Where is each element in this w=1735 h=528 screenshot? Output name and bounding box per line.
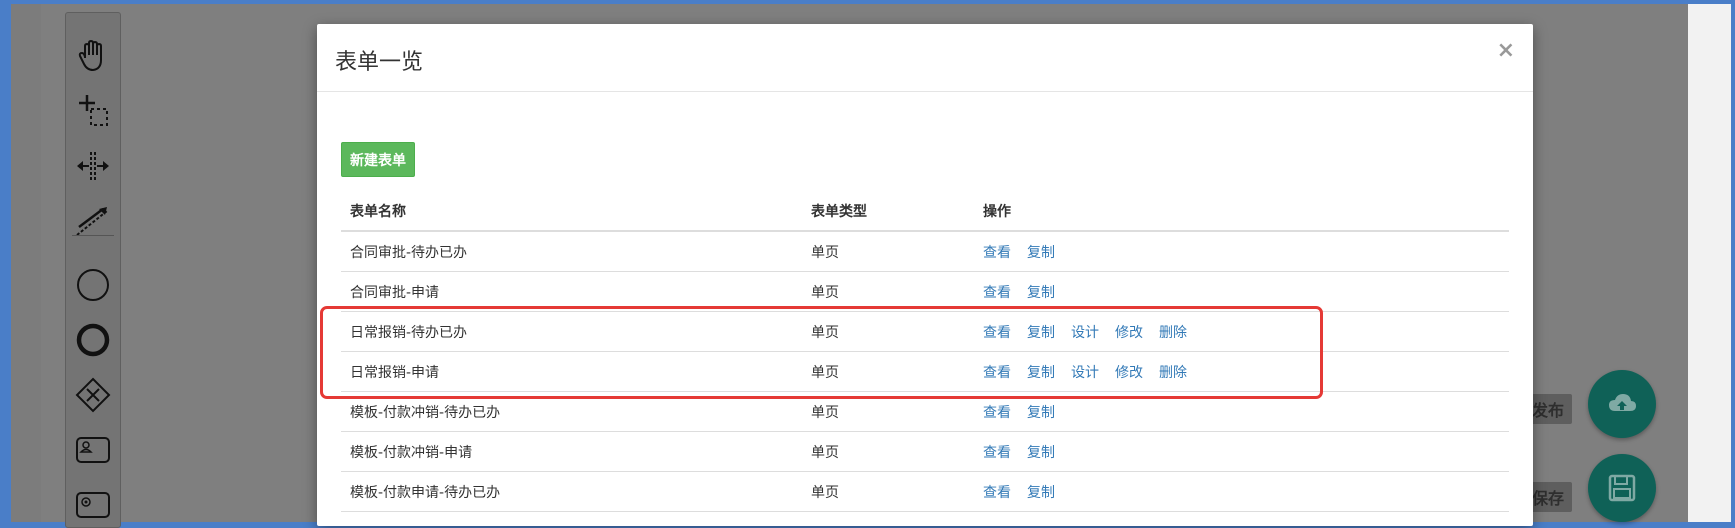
copy-link[interactable]: 复制 [1027,322,1055,342]
view-link[interactable]: 查看 [983,442,1011,462]
tool-palette [65,12,121,528]
form-name: 日常报销-申请 [350,364,440,381]
left-margin [11,4,41,522]
table-row: 合同审批-申请 单页 查看 复制 [341,272,1509,312]
form-type: 单页 [811,484,839,501]
view-link[interactable]: 查看 [983,322,1011,342]
publish-button[interactable] [1588,370,1656,438]
user-task-icon[interactable] [66,427,120,473]
form-type: 单页 [811,284,839,301]
table-header: 表单名称 表单类型 操作 [341,192,1509,232]
copy-link[interactable]: 复制 [1027,242,1055,262]
view-link[interactable]: 查看 [983,362,1011,382]
gateway-icon[interactable] [66,372,120,418]
table-row: 模板-付款冲销-申请 单页 查看 复制 [341,432,1509,472]
table-row: 模板-付款申请-待办已办 单页 查看 复制 [341,472,1509,512]
table-row: 日常报销-申请 单页 查看 复制 设计 修改 删除 [341,352,1509,392]
palette-separator [72,235,114,236]
floppy-disk-icon [1608,474,1636,502]
new-form-button[interactable]: 新建表单 [341,142,415,177]
connect-tool-icon[interactable] [66,198,120,244]
table-row: 合同审批-待办已办 单页 查看 复制 [341,232,1509,272]
column-header-type: 表单类型 [811,204,867,220]
form-name: 合同审批-申请 [350,284,440,301]
form-name: 日常报销-待办已办 [350,324,468,341]
form-type: 单页 [811,244,839,261]
space-tool-icon[interactable] [66,143,120,189]
form-name: 模板-付款申请-待办已办 [350,484,501,501]
column-header-actions: 操作 [983,204,1011,220]
column-header-name: 表单名称 [350,204,406,220]
table-row: 模板-付款冲销-待办已办 单页 查看 复制 [341,392,1509,432]
right-panel-edge [1688,4,1731,522]
edit-link[interactable]: 修改 [1115,362,1143,382]
copy-link[interactable]: 复制 [1027,282,1055,302]
delete-link[interactable]: 删除 [1159,362,1187,382]
start-event-icon[interactable] [66,262,120,308]
form-type: 单页 [811,404,839,421]
table-row: 日常报销-待办已办 单页 查看 复制 设计 修改 删除 [341,312,1509,352]
form-table: 表单名称 表单类型 操作 合同审批-待办已办 单页 查看 复制 合同审批-申请 … [341,192,1509,512]
view-link[interactable]: 查看 [983,482,1011,502]
cloud-upload-icon [1609,394,1636,411]
design-link[interactable]: 设计 [1071,362,1099,382]
form-name: 模板-付款冲销-申请 [350,444,473,461]
end-event-icon[interactable] [66,317,120,363]
view-link[interactable]: 查看 [983,402,1011,422]
dialog-header: 表单一览 × [317,24,1533,92]
form-type: 单页 [811,324,839,341]
dialog-title: 表单一览 [335,50,424,75]
edit-link[interactable]: 修改 [1115,322,1143,342]
copy-link[interactable]: 复制 [1027,442,1055,462]
close-icon[interactable]: × [1497,38,1515,63]
lasso-tool-icon[interactable] [66,88,120,134]
save-button[interactable] [1588,454,1656,522]
copy-link[interactable]: 复制 [1027,362,1055,382]
view-link[interactable]: 查看 [983,282,1011,302]
design-link[interactable]: 设计 [1071,322,1099,342]
form-name: 合同审批-待办已办 [350,244,468,261]
service-task-icon[interactable] [66,482,120,528]
form-type: 单页 [811,364,839,381]
form-name: 模板-付款冲销-待办已办 [350,404,501,421]
delete-link[interactable]: 删除 [1159,322,1187,342]
form-type: 单页 [811,444,839,461]
copy-link[interactable]: 复制 [1027,402,1055,422]
hand-tool-icon[interactable] [66,33,120,79]
form-list-dialog: 表单一览 × 新建表单 表单名称 表单类型 操作 合同审批-待办已办 单页 查看… [317,24,1533,526]
copy-link[interactable]: 复制 [1027,482,1055,502]
view-link[interactable]: 查看 [983,242,1011,262]
